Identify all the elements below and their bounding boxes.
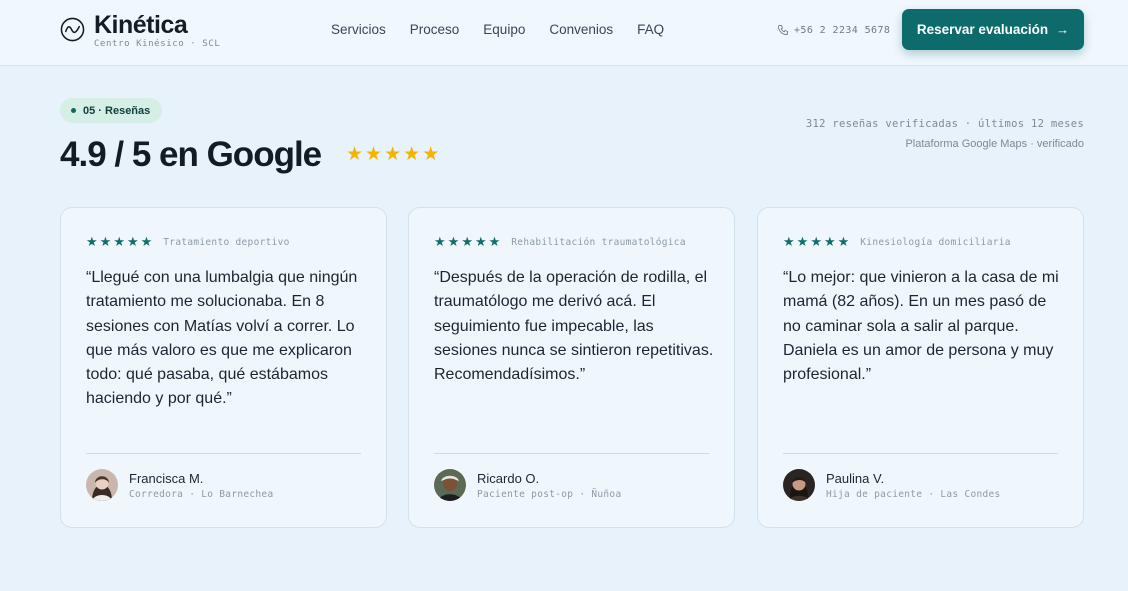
review-quote: “Después de la operación de rodilla, el … (434, 269, 714, 384)
brand[interactable]: Kinética Centro Kinésico · SCL (60, 12, 220, 49)
review-card-header: ★ ★ ★ ★ ★ Kinesiología domiciliaria (783, 235, 1011, 249)
review-quote: “Lo mejor: que vinieron a la casa de mi … (783, 269, 1059, 384)
review-stars: ★ ★ ★ ★ ★ (434, 235, 502, 249)
star-icon: ★ (140, 234, 153, 249)
nav-link-servicios[interactable]: Servicios (331, 22, 386, 38)
review-count-meta: 312 reseñas verificadas · últimos 12 mes… (805, 118, 1084, 130)
star-icon: ★ (810, 234, 822, 249)
star-icon: ★ (783, 234, 795, 249)
divider (783, 453, 1058, 454)
avatar (86, 469, 118, 501)
divider (86, 453, 361, 454)
review-stars: ★ ★ ★ ★ ★ (783, 235, 851, 249)
author-info: Ricardo O. Paciente post-op · Ñuñoa (477, 471, 621, 500)
star-icon: ★ (434, 234, 446, 249)
author-role: Corredora · Lo Barnechea (129, 488, 274, 500)
author-role: Paciente post-op · Ñuñoa (477, 488, 622, 500)
rating-headline: 4.9 / 5 en Google (60, 135, 322, 174)
review-quote: “Llegué con una lumbalgia que ningún tra… (86, 269, 358, 408)
platform-meta: Plataforma Google Maps · verificado (905, 138, 1084, 150)
divider (434, 453, 709, 454)
book-evaluation-button[interactable]: Reservar evaluación → (902, 9, 1084, 50)
book-evaluation-label: Reservar evaluación (916, 22, 1049, 37)
nav-link-faq[interactable]: FAQ (637, 22, 664, 38)
section-pill-label: 05 · Reseñas (83, 104, 151, 117)
review-card: ★ ★ ★ ★ ★ Rehabilitación traumatológica “Des… (408, 207, 735, 528)
star-icon: ★ (384, 144, 402, 165)
star-icon: ★ (346, 144, 364, 165)
star-icon: ★ (474, 234, 487, 249)
author-role: Hija de paciente · Las Condes (826, 488, 1001, 500)
review-author: Paulina V. Hija de paciente · Las Condes (783, 469, 1001, 501)
treatment-tag: Tratamiento deportivo (163, 236, 290, 248)
author-name: Paulina V. (826, 470, 885, 486)
phone-number: +56 2 2234 5678 (794, 24, 891, 36)
star-icon: ★ (113, 234, 125, 249)
review-author: Francisca M. Corredora · Lo Barnechea (86, 469, 273, 501)
star-icon: ★ (403, 144, 421, 165)
star-icon: ★ (365, 144, 383, 165)
author-info: Paulina V. Hija de paciente · Las Condes (826, 471, 1001, 500)
author-name: Ricardo O. (477, 470, 540, 486)
avatar (434, 469, 466, 501)
avatar (783, 469, 815, 501)
brand-text: Kinética Centro Kinésico · SCL (94, 12, 220, 49)
author-name: Francisca M. (129, 470, 204, 486)
main-nav: Servicios Proceso Equipo Convenios FAQ (331, 22, 688, 38)
phone-link[interactable]: +56 2 2234 5678 (777, 24, 890, 36)
star-icon: ★ (461, 234, 473, 249)
star-icon: ★ (126, 234, 139, 249)
review-author: Ricardo O. Paciente post-op · Ñuñoa (434, 469, 621, 501)
star-icon: ★ (796, 234, 809, 249)
brand-name: Kinética (94, 11, 188, 39)
arrow-right-icon: → (1056, 22, 1070, 37)
phone-icon (778, 25, 788, 35)
review-card: ★ ★ ★ ★ ★ Kinesiología domiciliaria “Lo mejo… (757, 207, 1084, 528)
star-icon: ★ (422, 144, 440, 165)
treatment-tag: Kinesiología domiciliaria (860, 236, 1011, 248)
star-icon: ★ (488, 234, 501, 249)
brand-subtitle: Centro Kinésico · SCL (94, 39, 221, 49)
nav-link-equipo[interactable]: Equipo (483, 22, 525, 38)
star-icon: ★ (837, 234, 850, 249)
treatment-tag: Rehabilitación traumatológica (511, 236, 686, 248)
nav-link-convenios[interactable]: Convenios (549, 22, 613, 38)
star-icon: ★ (86, 234, 98, 249)
review-stars: ★ ★ ★ ★ ★ (86, 235, 154, 249)
google-rating-stars: ★ ★ ★ ★ ★ (346, 145, 441, 165)
pulse-logo-icon (60, 17, 85, 42)
review-card: ★ ★ ★ ★ ★ Tratamiento deportivo “Llegué con … (60, 207, 387, 528)
star-icon: ★ (823, 234, 836, 249)
nav-link-proceso[interactable]: Proceso (410, 22, 460, 38)
author-info: Francisca M. Corredora · Lo Barnechea (129, 471, 273, 500)
star-icon: ★ (447, 234, 460, 249)
review-card-header: ★ ★ ★ ★ ★ Tratamiento deportivo (86, 235, 290, 249)
section-pill: 05 · Reseñas (60, 98, 163, 123)
dot-icon (71, 108, 76, 113)
review-card-header: ★ ★ ★ ★ ★ Rehabilitación traumatológica (434, 235, 686, 249)
star-icon: ★ (99, 234, 112, 249)
site-header: Kinética Centro Kinésico · SCL Servicios… (0, 0, 1128, 66)
